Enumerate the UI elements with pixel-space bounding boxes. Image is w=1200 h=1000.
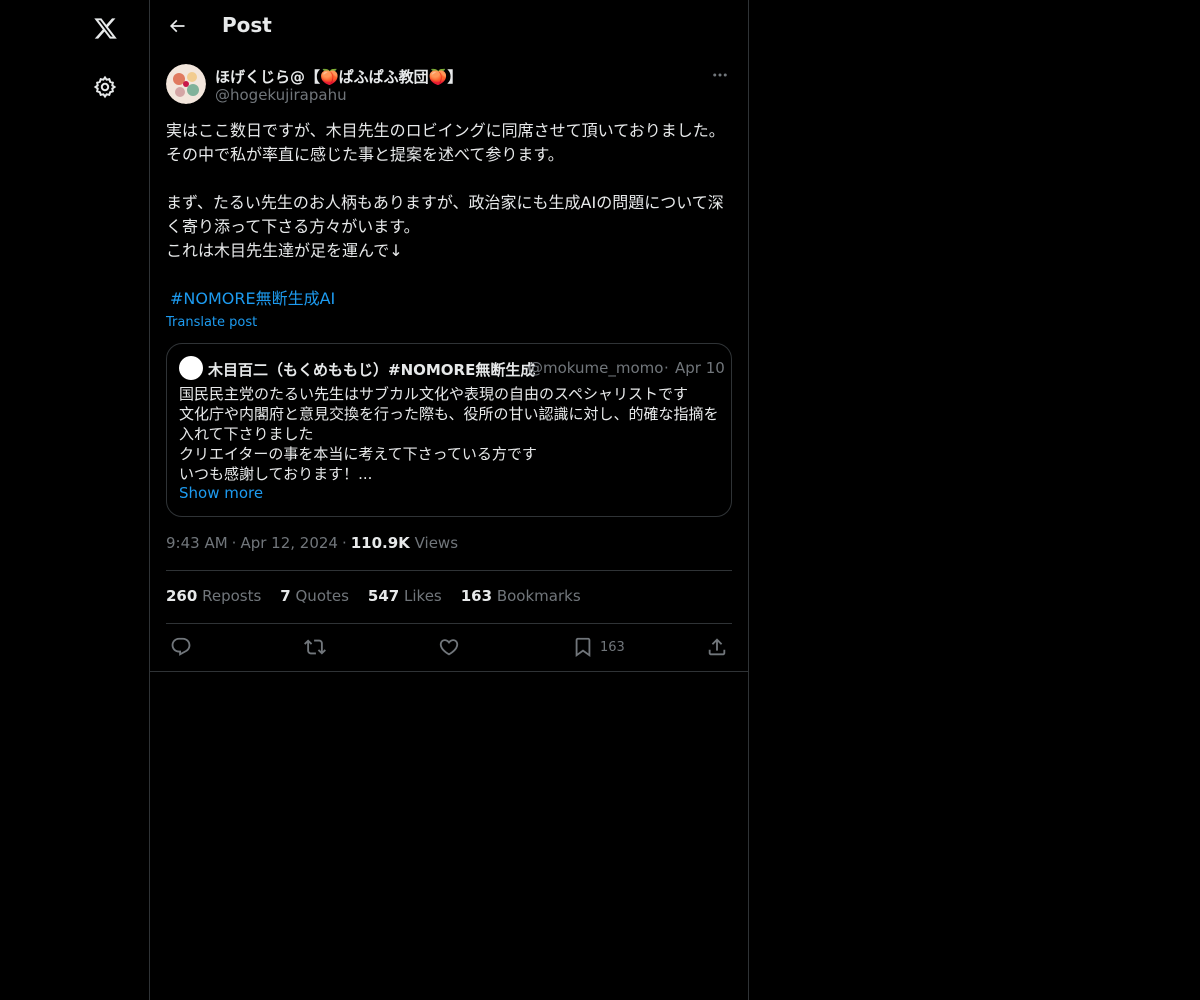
gear-icon[interactable] — [85, 67, 125, 107]
page-title: Post — [222, 13, 272, 37]
divider — [166, 570, 732, 571]
more-icon — [713, 73, 727, 77]
avatar[interactable] — [166, 64, 206, 104]
quote-author-handle: @mokume_momo — [528, 359, 664, 377]
quote-author-name: 木目百二（もくめももじ）#NOMORE無断生成 — [208, 361, 536, 379]
page-header: Post — [150, 0, 748, 53]
share-button[interactable] — [706, 635, 728, 659]
back-arrow-icon — [169, 19, 185, 33]
back-button[interactable] — [162, 11, 192, 41]
quote-text-line: いつも感謝しております！... — [179, 465, 373, 483]
quote-text: 国民民主党のたるい先生はサブカル文化や表現の自由のスペシャリストです 文化庁や内… — [179, 384, 724, 484]
quote-text-line: 文化庁や内閣府と意見交換を行った際も、役所の甘い認識に対し、的確な指摘を入れて下… — [179, 405, 719, 443]
main-column: Post ほげくじら@【🍑ぱふぱふ教団🍑】 @hogekujirapahu 実は… — [149, 0, 749, 1000]
retweet-icon — [304, 639, 326, 655]
left-nav — [0, 0, 149, 1000]
tweet-text-line: これは木目先生達が足を運んで↓ — [166, 241, 403, 260]
quote-text-line: 国民民主党のたるい先生はサブカル文化や表現の自由のスペシャリストです — [179, 385, 688, 403]
tweet-text: 実はここ数日ですが、木目先生のロビイングに同席させて頂いておりました。その中で私… — [166, 119, 732, 311]
share-icon — [708, 638, 726, 656]
tweet-time[interactable]: 9:43 AM — [166, 534, 228, 552]
x-logo-icon[interactable] — [85, 8, 125, 48]
tweet-meta: 9:43 AM · Apr 12, 2024 · 110.9K Views — [166, 534, 459, 552]
engagement-stats: 260 Reposts 7 Quotes 547 Likes 163 Bookm… — [166, 587, 581, 605]
action-bar: 163 — [166, 635, 732, 661]
views-count: 110.9K — [350, 534, 410, 552]
bookmark-count: 163 — [600, 639, 625, 655]
views-label: Views — [414, 534, 459, 552]
bookmark-button[interactable]: 163 — [572, 635, 625, 659]
like-icon — [439, 639, 459, 656]
tweet-text-line: まず、たるい先生のお人柄もありますが、政治家にも生成AIの問題について深く寄り添… — [166, 193, 724, 236]
quote-text-line: クリエイターの事を本当に考えて下さっている方です — [179, 445, 537, 463]
quote-separator: · — [664, 359, 669, 377]
divider — [150, 671, 748, 672]
author-handle[interactable]: @hogekujirapahu — [215, 86, 347, 104]
quoted-tweet[interactable]: 木目百二（もくめももじ）#NOMORE無断生成 @mokume_momo · A… — [166, 343, 732, 517]
quote-date: Apr 10 — [675, 359, 725, 377]
likes-stat[interactable]: 547 Likes — [368, 587, 442, 605]
translate-post-link[interactable]: Translate post — [166, 315, 257, 330]
quote-avatar — [179, 356, 203, 380]
hashtag-link[interactable]: #NOMORE無断生成AI — [166, 289, 335, 308]
reply-button[interactable] — [170, 635, 192, 659]
more-button[interactable] — [708, 64, 732, 86]
author-name[interactable]: ほげくじら@【🍑ぱふぱふ教団🍑】 — [215, 66, 462, 87]
tweet-date[interactable]: Apr 12, 2024 — [240, 534, 338, 552]
reposts-stat[interactable]: 260 Reposts — [166, 587, 261, 605]
bookmarks-stat[interactable]: 163 Bookmarks — [461, 587, 581, 605]
repost-button[interactable] — [304, 635, 326, 659]
tweet-text-line: 実はここ数日ですが、木目先生のロビイングに同席させて頂いておりました。その中で私… — [166, 121, 725, 164]
bookmark-icon — [575, 637, 591, 658]
like-button[interactable] — [438, 635, 460, 659]
quotes-stat[interactable]: 7 Quotes — [280, 587, 349, 605]
reply-icon — [171, 637, 191, 656]
divider — [166, 623, 732, 624]
show-more-link[interactable]: Show more — [179, 484, 263, 502]
